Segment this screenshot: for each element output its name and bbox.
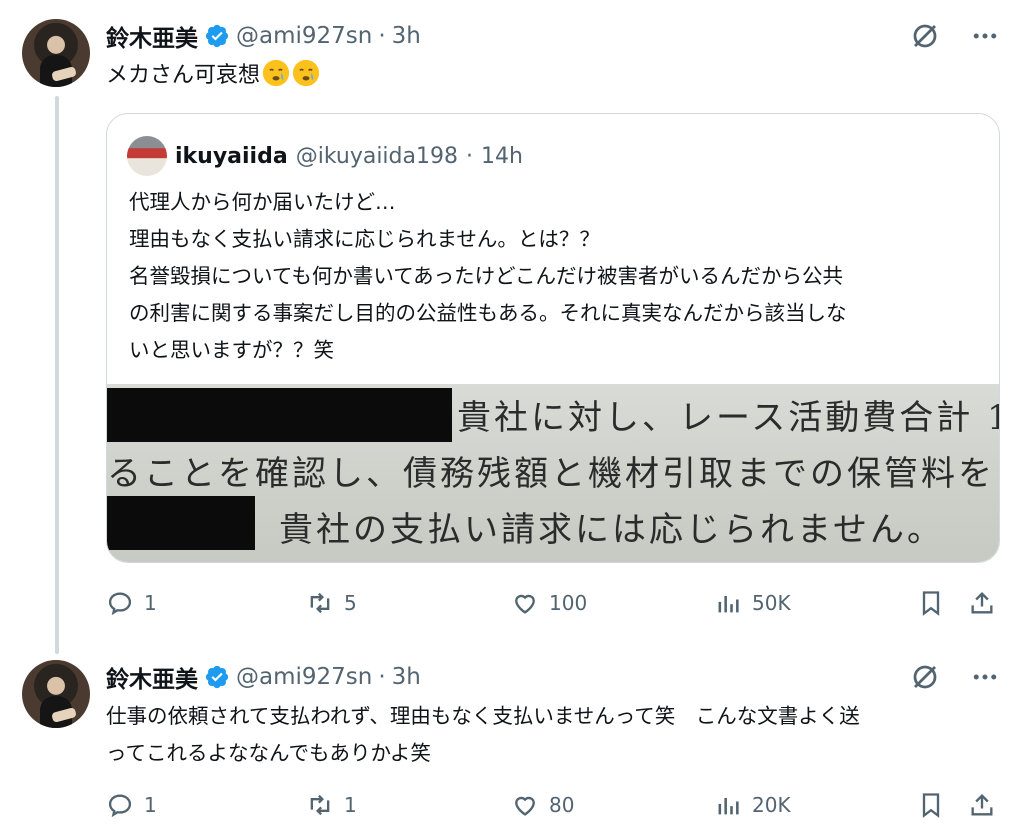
heart-icon bbox=[515, 594, 535, 614]
reply-button[interactable]: 1 bbox=[106, 785, 157, 825]
quoted-author-name: ikuyaiida bbox=[175, 143, 288, 169]
quoted-post-time: 14h bbox=[481, 143, 523, 169]
share-button[interactable] bbox=[968, 785, 996, 825]
like-count: 100 bbox=[549, 591, 588, 615]
grok-icon[interactable] bbox=[908, 19, 942, 53]
post-text-line: 仕事の依頼されて支払われず、理由もなく支払いませんって笑 こんな文書よく送 bbox=[106, 704, 860, 728]
post-top-actions bbox=[908, 18, 1002, 54]
avatar[interactable] bbox=[22, 19, 90, 87]
more-options-icon[interactable] bbox=[968, 660, 1002, 694]
views-button[interactable]: 50K bbox=[714, 583, 791, 623]
reply-button[interactable]: 1 bbox=[106, 583, 157, 623]
redaction-block bbox=[107, 388, 452, 442]
face-holding-back-tears-icon bbox=[292, 59, 320, 87]
reply-icon bbox=[108, 592, 132, 616]
post-time[interactable]: 3h bbox=[392, 23, 421, 49]
share-button[interactable] bbox=[968, 583, 996, 623]
share-icon bbox=[971, 794, 993, 816]
post-text: メカさん可哀想 bbox=[106, 57, 320, 94]
grok-icon[interactable] bbox=[908, 660, 942, 694]
repost-button[interactable]: 1 bbox=[306, 785, 357, 825]
separator-dot: · bbox=[378, 23, 386, 49]
views-button[interactable]: 20K bbox=[714, 785, 791, 825]
post-text: 仕事の依頼されて支払われず、理由もなく支払いませんって笑 こんな文書よく送 って… bbox=[106, 698, 860, 772]
quoted-post-text: 代理人から何か届いたけど… 理由もなく支払い請求に応じられません。とは？？ 名誉… bbox=[129, 184, 847, 369]
quoted-text-line: いと思いますが？？笑 bbox=[129, 338, 334, 362]
quoted-separator-dot: · bbox=[466, 143, 473, 169]
author-handle[interactable]: @ami927sn bbox=[236, 664, 372, 690]
bookmark-button[interactable] bbox=[917, 583, 945, 623]
quoted-text-line: 名誉毀損についても何か書いてあったけどこんだけ被害者がいるんだから公共 bbox=[129, 264, 844, 288]
repost-count: 1 bbox=[344, 793, 357, 817]
document-line: 貴社の支払い請求には応じられません。 bbox=[279, 510, 944, 550]
quoted-post[interactable]: ikuyaiida @ikuyaiida198 · 14h 代理人から何か届いた… bbox=[106, 113, 1000, 563]
post-action-bar: 1 5 100 50K bbox=[106, 583, 1000, 623]
like-button[interactable]: 100 bbox=[511, 583, 587, 623]
heart-icon bbox=[515, 796, 535, 816]
views-chart-icon bbox=[718, 798, 739, 815]
repost-count: 5 bbox=[344, 591, 357, 615]
verified-badge-icon bbox=[205, 24, 229, 48]
quoted-text-line: の利害に関する事案だし目的の公益性もある。それに真実なんだから該当しな bbox=[129, 301, 847, 325]
face-holding-back-tears-icon bbox=[262, 59, 290, 87]
repost-icon bbox=[310, 794, 330, 816]
post-top-actions bbox=[908, 659, 1002, 695]
author-name[interactable]: 鈴木亜美 bbox=[106, 660, 198, 694]
post-header: 鈴木亜美 @ami927sn · 3h bbox=[106, 659, 421, 695]
share-icon bbox=[971, 592, 993, 614]
reply-count: 1 bbox=[144, 591, 157, 615]
bookmark-icon bbox=[922, 793, 940, 818]
quoted-document-image[interactable]: 貴社に対し、レース活動費合計 1 ることを確認し、債務残額と機材引取までの保管料… bbox=[107, 384, 1000, 562]
verified-badge-icon bbox=[205, 665, 229, 689]
quoted-avatar bbox=[127, 136, 167, 176]
like-button[interactable]: 80 bbox=[511, 785, 574, 825]
view-count: 20K bbox=[752, 793, 791, 817]
more-options-icon[interactable] bbox=[968, 19, 1002, 53]
post-text-line: ってこれるよななんでもありかよ笑 bbox=[106, 741, 431, 765]
quoted-text-line: 代理人から何か届いたけど… bbox=[129, 190, 396, 214]
repost-button[interactable]: 5 bbox=[306, 583, 357, 623]
quoted-author-handle: @ikuyaiida198 bbox=[295, 143, 458, 169]
post-action-bar: 1 1 80 20K bbox=[106, 785, 1000, 825]
redaction-block bbox=[107, 496, 255, 550]
bookmark-icon bbox=[922, 591, 940, 616]
quoted-text-line: 理由もなく支払い請求に応じられません。とは？？ bbox=[129, 227, 600, 251]
reply-icon bbox=[108, 794, 132, 818]
post-header: 鈴木亜美 @ami927sn · 3h bbox=[106, 18, 421, 54]
author-handle[interactable]: @ami927sn bbox=[236, 23, 372, 49]
view-count: 50K bbox=[752, 591, 791, 615]
document-line: ることを確認し、債務残額と機材引取までの保管料を bbox=[107, 454, 995, 494]
avatar[interactable] bbox=[22, 660, 90, 728]
post-time[interactable]: 3h bbox=[392, 664, 421, 690]
quoted-post-header: ikuyaiida @ikuyaiida198 · 14h bbox=[127, 136, 523, 176]
document-line: 貴社に対し、レース活動費合計 1 bbox=[457, 398, 1000, 438]
separator-dot: · bbox=[378, 664, 386, 690]
author-name[interactable]: 鈴木亜美 bbox=[106, 19, 198, 53]
like-count: 80 bbox=[549, 793, 575, 817]
reply-count: 1 bbox=[144, 793, 157, 817]
post-text-content: メカさん可哀想 bbox=[106, 63, 261, 88]
repost-icon bbox=[310, 592, 330, 614]
thread-connector-line bbox=[55, 96, 59, 654]
bookmark-button[interactable] bbox=[917, 785, 945, 825]
views-chart-icon bbox=[718, 596, 739, 613]
